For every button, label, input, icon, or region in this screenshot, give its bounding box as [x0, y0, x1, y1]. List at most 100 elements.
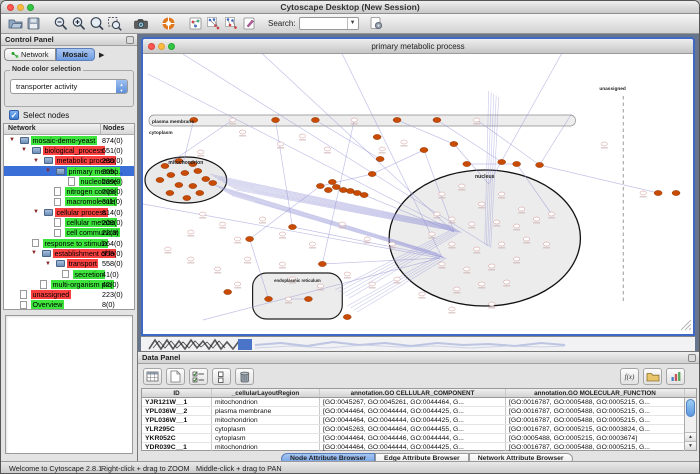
network-node[interactable]	[198, 150, 204, 154]
network-node[interactable]	[439, 192, 445, 196]
network-node[interactable]	[499, 242, 505, 246]
network-node[interactable]	[239, 130, 245, 134]
network-node-selected[interactable]	[183, 195, 191, 200]
tree-row[interactable]: ▼primary metabo209(...	[4, 166, 134, 176]
table-row[interactable]: YLR295Ccytoplasm[GO:0045263, GO:0044464,…	[142, 425, 696, 434]
frame-close-button[interactable]	[148, 43, 155, 50]
network-node[interactable]	[479, 282, 485, 286]
network-node[interactable]	[339, 222, 345, 226]
network-node[interactable]	[474, 247, 480, 251]
attribute-table-header[interactable]: ID_cellularLayoutRegionannotation.GO CEL…	[142, 389, 696, 398]
open-folder-icon[interactable]	[6, 15, 24, 33]
maximize-button[interactable]	[27, 4, 34, 11]
network-node[interactable]	[299, 134, 305, 138]
tree-expander-icon[interactable]: ▼	[33, 156, 39, 166]
tab-overflow-arrow-icon[interactable]: ▶	[99, 51, 104, 59]
network-node[interactable]	[499, 192, 505, 196]
network-node[interactable]	[285, 297, 291, 301]
select-nodes-checkbox[interactable]: ✓	[9, 110, 19, 120]
network-node[interactable]	[454, 287, 460, 291]
network-node-selected[interactable]	[353, 190, 361, 195]
tree-row[interactable]: ▼cellular process614(0)	[4, 207, 134, 217]
snapshot-camera-icon[interactable]	[132, 15, 150, 33]
unselect-attributes-icon[interactable]	[212, 368, 231, 385]
network-node[interactable]	[543, 242, 549, 246]
network-node[interactable]	[200, 212, 206, 216]
network-node-selected[interactable]	[393, 117, 401, 122]
network-node[interactable]	[459, 184, 465, 188]
network-node[interactable]	[234, 237, 240, 241]
network-node-selected[interactable]	[166, 190, 174, 195]
tree-row[interactable]: ▼metabolic process280(0)	[4, 156, 134, 166]
network-node[interactable]	[244, 257, 250, 261]
network-node[interactable]	[469, 222, 475, 226]
tree-row[interactable]: nucleobase-209(0)	[4, 176, 134, 186]
tree-row[interactable]: secretion41(0)	[4, 269, 134, 279]
tree-header[interactable]: Network Nodes	[4, 124, 134, 135]
tab-mosaic[interactable]: Mosaic	[56, 48, 95, 61]
tree-row[interactable]: unassigned223(0)	[4, 289, 134, 299]
network-node[interactable]	[429, 232, 435, 236]
create-attribute-icon[interactable]	[166, 368, 185, 385]
network-node-selected[interactable]	[433, 117, 441, 122]
tree-expander-icon[interactable]: ▼	[33, 207, 39, 217]
tree-node-label[interactable]: mosaic-demo-yeast	[31, 136, 97, 145]
scrollbar-thumb[interactable]	[686, 399, 695, 417]
attribute-chart-icon[interactable]	[666, 368, 685, 385]
network-node[interactable]	[277, 142, 283, 146]
network-node[interactable]	[389, 242, 395, 246]
table-row[interactable]: YKR052Ccytoplasm[GO:0044464, GO:0044446,…	[142, 434, 696, 443]
network-node-selected[interactable]	[272, 117, 280, 122]
network-node[interactable]	[379, 147, 385, 151]
network-node[interactable]	[434, 212, 440, 216]
network-node-selected[interactable]	[304, 296, 312, 301]
search-dropdown-icon[interactable]: ▼	[347, 18, 358, 29]
network-node[interactable]	[188, 230, 194, 234]
network-node[interactable]	[518, 207, 524, 211]
create-network-view-icon[interactable]	[186, 15, 204, 33]
network-node-selected[interactable]	[311, 117, 319, 122]
table-row[interactable]: YDR039C__1mitochondrion[GO:0044464, GO:0…	[142, 443, 696, 452]
network-node[interactable]	[479, 202, 485, 206]
column-header[interactable]: annotation.GO CELLULAR_COMPONENT	[320, 389, 506, 397]
zoom-out-icon[interactable]	[51, 15, 69, 33]
table-vertical-scrollbar[interactable]: ▲ ▼	[684, 398, 696, 450]
network-node-selected[interactable]	[343, 314, 351, 319]
network-node-selected[interactable]	[463, 161, 471, 166]
tree-row[interactable]: cellular metabo209(0)	[4, 217, 134, 227]
network-node[interactable]	[489, 264, 495, 268]
network-node[interactable]	[449, 307, 455, 311]
tree-row[interactable]: ▼establishment of lo558(0)	[4, 248, 134, 258]
network-node-selected[interactable]	[288, 224, 296, 229]
tree-expander-icon[interactable]: ▼	[31, 248, 37, 258]
network-node-selected[interactable]	[672, 190, 680, 195]
birds-eye-view[interactable]	[5, 315, 133, 454]
float-panel-icon[interactable]	[126, 36, 134, 44]
network-node-selected[interactable]	[420, 147, 428, 152]
network-node[interactable]	[401, 140, 407, 144]
close-button[interactable]	[7, 4, 14, 11]
network-node-selected[interactable]	[318, 261, 326, 266]
node-color-dropdown[interactable]: transporter activity ▲▼	[10, 79, 128, 94]
network-node-selected[interactable]	[346, 188, 354, 193]
network-node-selected[interactable]	[224, 289, 232, 294]
network-node[interactable]	[309, 242, 315, 246]
plasma-membrane-region[interactable]	[149, 115, 575, 126]
attribute-table[interactable]: ID_cellularLayoutRegionannotation.GO CEL…	[141, 388, 697, 451]
help-lifering-icon[interactable]	[159, 15, 177, 33]
tree-node-label[interactable]: unassigned	[31, 290, 71, 299]
network-node[interactable]	[449, 217, 455, 221]
network-node[interactable]	[449, 242, 455, 246]
table-row[interactable]: YPL036W__1mitochondrion[GO:0044464, GO:0…	[142, 416, 696, 425]
network-node[interactable]	[279, 262, 285, 266]
network-node-selected[interactable]	[654, 190, 662, 195]
float-panel-icon[interactable]	[688, 354, 696, 362]
tree-node-label[interactable]: secretion	[73, 270, 105, 279]
network-node[interactable]	[220, 222, 226, 226]
minimize-button[interactable]	[17, 4, 24, 11]
network-node-selected[interactable]	[189, 183, 197, 188]
network-node[interactable]	[464, 267, 470, 271]
tree-row[interactable]: ▼biological_process651(0)	[4, 145, 134, 155]
network-node[interactable]	[419, 292, 425, 296]
network-node[interactable]	[494, 220, 500, 224]
